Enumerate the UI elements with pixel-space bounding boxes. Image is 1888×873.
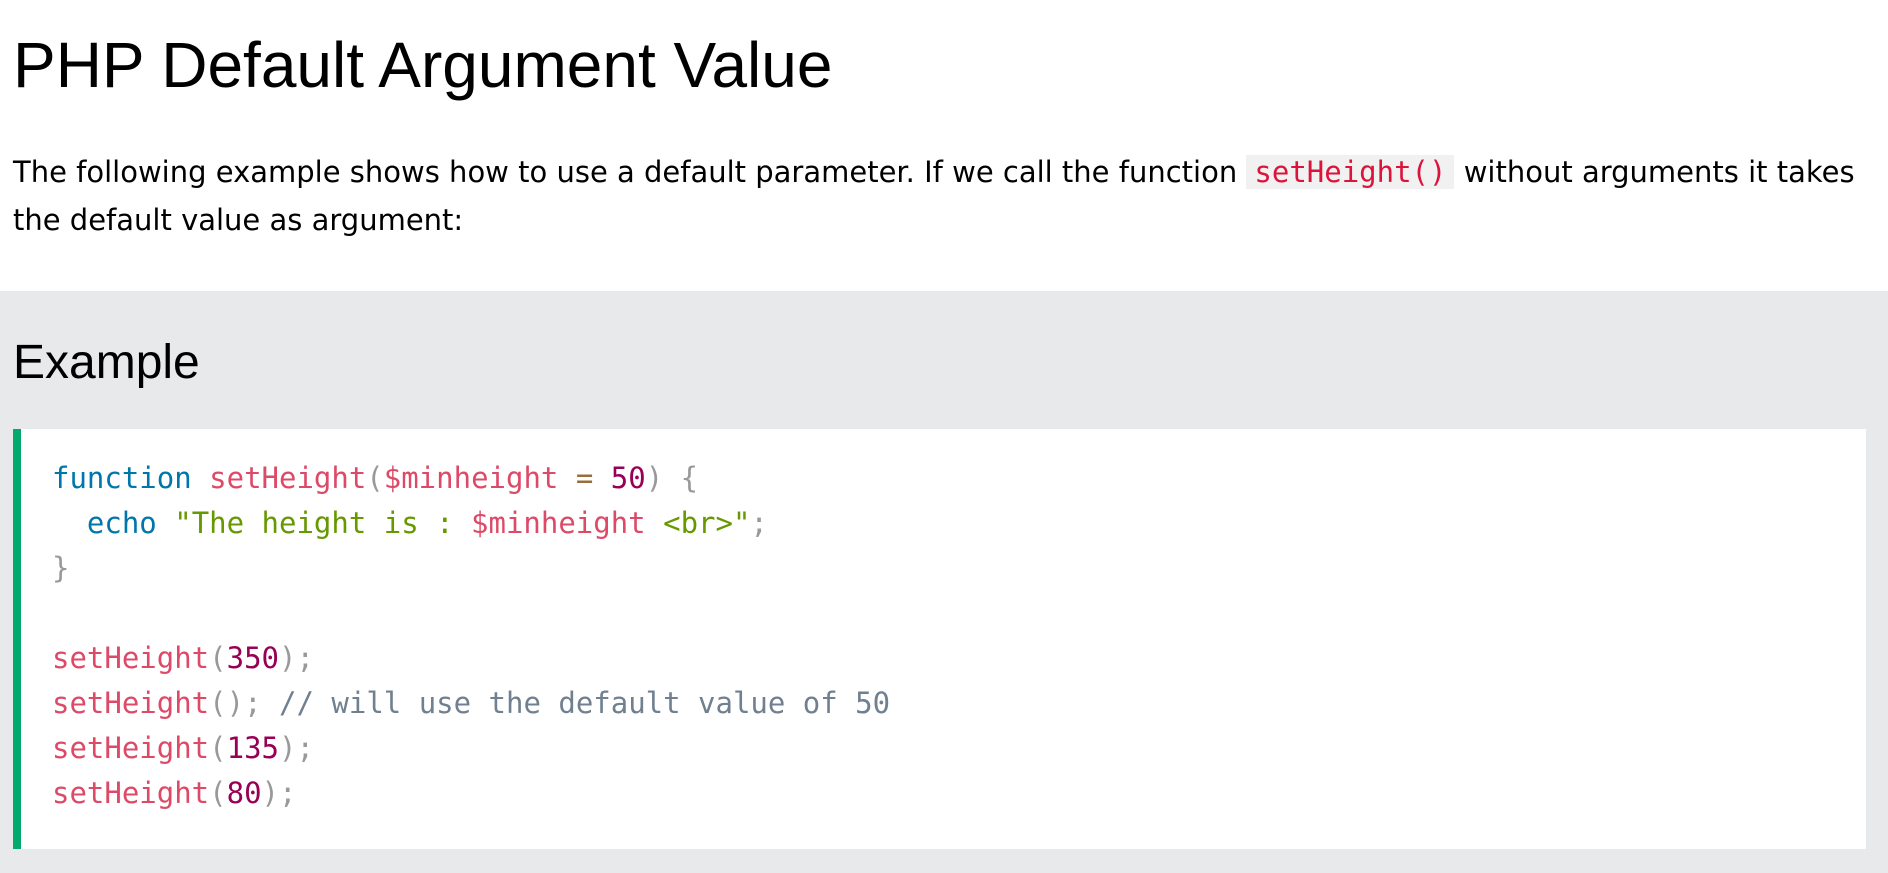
code-token: setHeight	[52, 731, 210, 765]
code-token: $minheight	[383, 461, 559, 495]
intro-paragraph: The following example shows how to use a…	[13, 148, 1873, 244]
code-token: ;	[296, 641, 314, 675]
code-token: // will use the default value of 50	[279, 686, 891, 720]
code-box: function setHeight($minheight = 50) { ec…	[13, 429, 1866, 849]
code-token: ;	[296, 731, 314, 765]
code-token: (	[209, 641, 227, 675]
code-token: )	[261, 776, 279, 810]
page-title: PHP Default Argument Value	[13, 29, 833, 101]
code-line: }	[52, 546, 890, 591]
code-token: (	[209, 731, 227, 765]
code-token: (	[209, 776, 227, 810]
code-token: 135	[226, 731, 279, 765]
code-token: 50	[610, 461, 646, 495]
code-token: )	[645, 461, 664, 495]
code-token: echo	[86, 506, 157, 540]
code-line: function setHeight($minheight = 50) {	[52, 456, 890, 501]
code-token: function	[52, 461, 192, 495]
code-token: 80	[226, 776, 262, 810]
code-token: setHeight	[52, 776, 210, 810]
code-token: )	[226, 686, 245, 720]
code-token: (	[366, 461, 384, 495]
code-token: )	[279, 731, 297, 765]
code-block: function setHeight($minheight = 50) { ec…	[52, 456, 890, 816]
code-token: setHeight	[52, 686, 210, 720]
code-line: setHeight(80);	[52, 771, 890, 816]
code-line: echo "The height is : $minheight <br>";	[52, 501, 890, 546]
inline-code-setheight: setHeight()	[1246, 155, 1455, 189]
code-token: ;	[750, 506, 768, 540]
code-token: }	[52, 551, 70, 585]
code-token: )	[279, 641, 297, 675]
code-token: 350	[226, 641, 279, 675]
page: PHP Default Argument Value The following…	[0, 0, 1888, 873]
code-token: setHeight	[52, 641, 210, 675]
code-token: $minheight	[471, 506, 646, 540]
intro-text-before: The following example shows how to use a…	[13, 155, 1247, 189]
code-token: (	[209, 686, 227, 720]
code-token: ;	[279, 776, 297, 810]
code-line: setHeight(350);	[52, 636, 890, 681]
code-token: =	[575, 461, 594, 495]
code-token: {	[680, 461, 699, 495]
code-token: "The height is :	[174, 506, 472, 540]
code-line: setHeight(135);	[52, 726, 890, 771]
code-token: ;	[244, 686, 262, 720]
code-token: setHeight	[209, 461, 367, 495]
code-line: setHeight(); // will use the default val…	[52, 681, 890, 726]
code-token: <br>"	[645, 506, 751, 540]
example-heading: Example	[13, 336, 200, 389]
